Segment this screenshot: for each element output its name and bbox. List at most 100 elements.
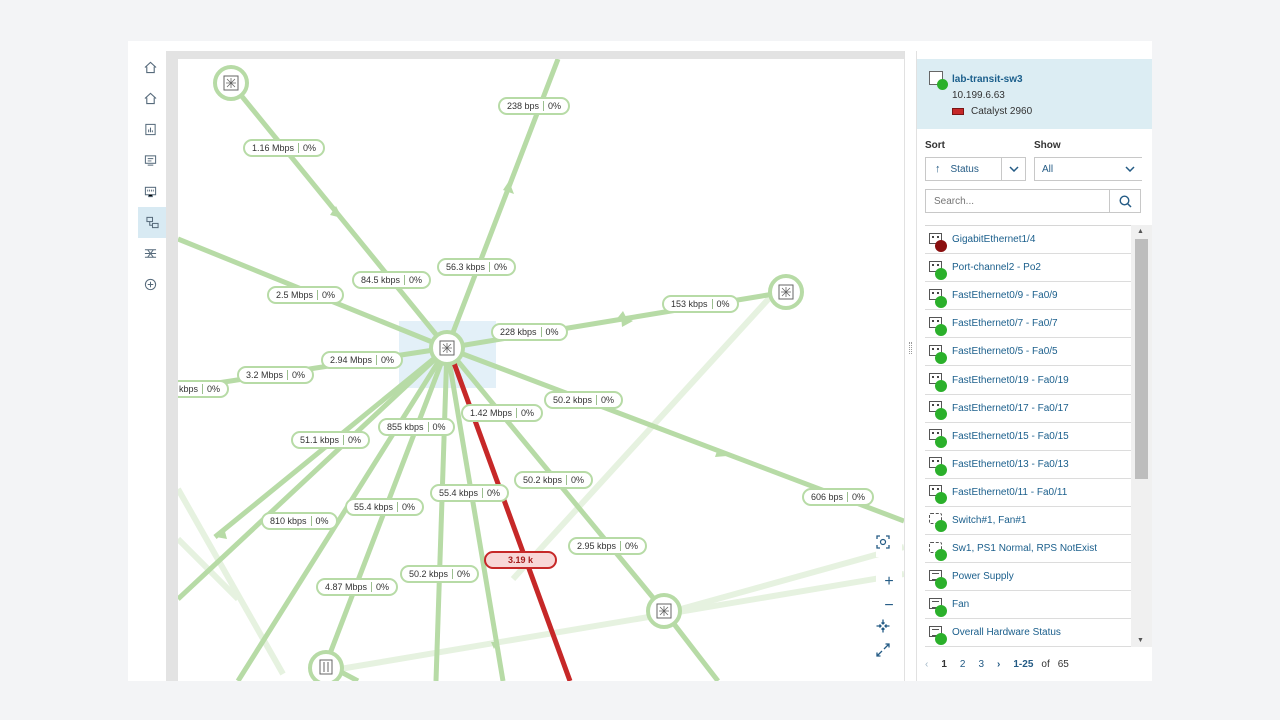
link-label[interactable]: 56.3 kbps 0% [437,258,517,276]
link-label[interactable]: 153 kbps 0% [662,295,739,313]
link-label[interactable]: 84.5 kbps 0% [352,271,432,289]
list-item[interactable]: FastEthernet0/13 - Fa0/13 [925,451,1131,479]
list-item-label[interactable]: FastEthernet0/11 - Fa0/11 [952,487,1067,498]
zoom-out-button[interactable]: − [876,595,902,617]
chevron-left-icon[interactable]: ‹ [925,659,928,670]
link-utilization: 0% [625,540,639,551]
link-label[interactable]: 2.94 Mbps 0% [321,351,404,369]
list-item[interactable]: Fan [925,591,1131,620]
link-label[interactable]: 606 bps 0% [802,488,875,506]
alert-link-label[interactable]: 3.19 k [484,551,558,569]
nav-home-button[interactable] [138,55,162,79]
link-rate: 4.87 Mbps [325,581,368,592]
link-label[interactable]: 4.87 Mbps 0% [316,578,399,596]
list-item-label[interactable]: FastEthernet0/19 - Fa0/19 [952,375,1069,386]
link-label[interactable]: 50.2 kbps 0% [544,391,624,409]
page-link[interactable]: 3 [978,659,984,670]
link-label[interactable]: 1.16 Mbps 0% [243,139,326,157]
list-item[interactable]: FastEthernet0/15 - Fa0/15 [925,423,1131,451]
link-label[interactable]: 1.42 Mbps 0% [461,404,544,422]
link-label[interactable]: 50.2 kbps 0% [400,565,480,583]
list-item[interactable]: Sw1, PS1 Normal, RPS NotExist [925,535,1131,564]
link-rate: 56.3 kbps [446,261,486,272]
link-utilization: 0% [487,487,501,498]
status-up-icon [935,380,947,393]
separator [298,143,300,153]
link-label[interactable]: 51.1 kbps 0% [291,431,371,449]
search-button[interactable] [1109,190,1141,212]
list-item-label[interactable]: FastEthernet0/9 - Fa0/9 [952,290,1058,301]
scroll-up-icon[interactable]: ▲ [1137,228,1144,235]
scroll-down-icon[interactable]: ▼ [1137,637,1144,644]
list-item-label[interactable]: Power Supply [952,571,1014,582]
zoom-in-button[interactable]: + [876,571,902,593]
chevron-right-icon[interactable]: › [997,659,1000,670]
nav-home-2-button[interactable] [138,86,162,110]
sort-select[interactable]: ↑ Status [925,157,1026,181]
list-item[interactable]: FastEthernet0/5 - Fa0/5 [925,338,1131,367]
link-label[interactable]: 2.5 Mbps 0% [267,286,345,304]
status-up-icon [935,520,947,533]
nav-reports-button[interactable] [138,117,162,141]
link-label[interactable]: 50.2 kbps 0% [514,471,594,489]
list-item[interactable]: FastEthernet0/11 - Fa0/11 [925,479,1131,507]
link-rate: 84.5 kbps [361,274,401,285]
page-link[interactable]: 2 [960,659,966,670]
list-item[interactable]: Power Supply [925,563,1131,592]
show-select[interactable]: All [1034,157,1142,181]
link-utilization: 0% [601,394,615,405]
list-item-label[interactable]: GigabitEthernet1/4 [952,234,1035,245]
list-item[interactable]: FastEthernet0/7 - Fa0/7 [925,310,1131,339]
list-item-label[interactable]: Port-channel2 - Po2 [952,262,1041,273]
scroll-thumb[interactable] [1135,239,1148,479]
panel-splitter[interactable] [904,51,917,681]
list-item[interactable]: Overall Hardware Status [925,619,1131,647]
link-utilization: 0% [457,568,471,579]
chevron-down-icon[interactable] [1118,158,1142,180]
device-name[interactable]: lab-transit-sw3 [952,74,1023,85]
list-item[interactable]: Port-channel2 - Po2 [925,254,1131,283]
separator [452,569,454,579]
nav-ports-button[interactable] [138,179,162,203]
expand-button[interactable] [876,643,902,665]
chevron-down-icon[interactable] [1001,158,1025,180]
link-label[interactable]: kbps 0% [178,380,230,398]
fit-selection-button[interactable] [876,535,902,557]
network-icon [144,248,156,258]
center-button[interactable] [876,619,902,641]
list-item[interactable]: GigabitEthernet1/4 [925,226,1131,255]
list-item-label[interactable]: Switch#1, Fan#1 [952,515,1027,526]
list-item[interactable]: FastEthernet0/19 - Fa0/19 [925,366,1131,395]
list-item-label[interactable]: FastEthernet0/15 - Fa0/15 [952,431,1069,442]
list-item[interactable]: FastEthernet0/17 - Fa0/17 [925,395,1131,423]
list-item-label[interactable]: Overall Hardware Status [952,627,1061,638]
link-rate: 55.4 kbps [439,487,479,498]
list-scrollbar[interactable]: ▲ ▼ [1131,225,1152,647]
list-item-label[interactable]: FastEthernet0/13 - Fa0/13 [952,459,1069,470]
topology-map[interactable]: 1.16 Mbps 0% 238 bps 0% 84.5 kbps 0% 56.3 k… [178,59,904,681]
nav-topology-button[interactable] [138,207,166,238]
link-label[interactable]: 55.4 kbps 0% [345,498,425,516]
link-label[interactable]: 810 kbps 0% [261,512,338,530]
link-label[interactable]: 238 bps 0% [498,97,571,115]
link-utilization: 0% [292,369,306,380]
list-item-label[interactable]: FastEthernet0/17 - Fa0/17 [952,403,1069,414]
link-label[interactable]: 3.2 Mbps 0% [237,366,315,384]
list-item[interactable]: FastEthernet0/9 - Fa0/9 [925,282,1131,311]
link-utilization: 0% [852,491,866,502]
minus-icon: − [884,597,894,614]
list-item[interactable]: Switch#1, Fan#1 [925,507,1131,536]
link-label[interactable]: 228 kbps 0% [491,323,568,341]
link-label[interactable]: 55.4 kbps 0% [430,484,510,502]
link-label[interactable]: 855 kbps 0% [378,418,455,436]
link-rate: 238 bps [507,100,540,111]
nav-network-button[interactable] [138,241,162,265]
list-item-label[interactable]: FastEthernet0/7 - Fa0/7 [952,318,1058,329]
list-item-label[interactable]: Sw1, PS1 Normal, RPS NotExist [952,543,1097,554]
list-item-label[interactable]: Fan [952,599,969,610]
nav-alerts-button[interactable] [138,148,162,172]
page-link[interactable]: 1 [941,659,947,670]
link-label[interactable]: 2.95 kbps 0% [568,537,648,555]
list-item-label[interactable]: FastEthernet0/5 - Fa0/5 [952,346,1058,357]
nav-add-button[interactable] [138,272,162,296]
